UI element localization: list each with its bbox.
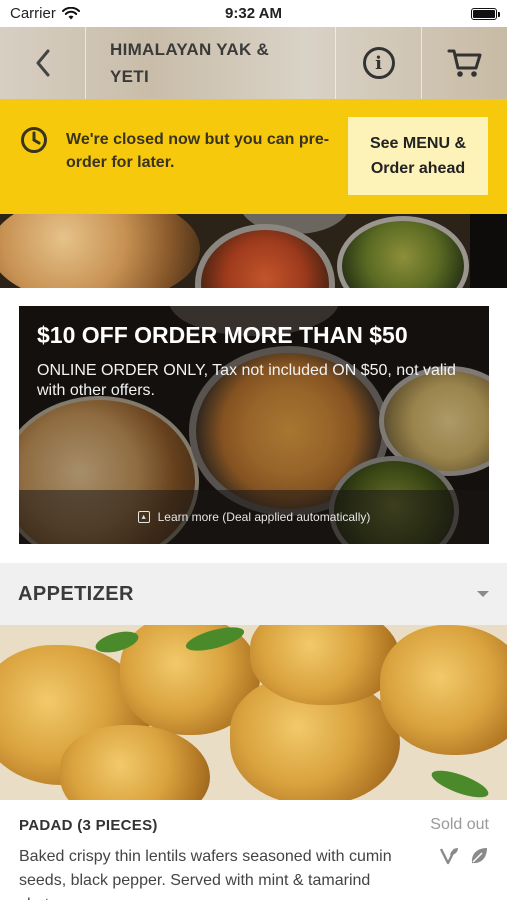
item-description: Baked crispy thin lentils wafers seasone…	[19, 848, 392, 900]
closed-banner: We're closed now but you can pre-order f…	[0, 99, 507, 214]
sold-out-label: Sold out	[430, 816, 489, 833]
chevron-left-icon	[36, 49, 49, 77]
menu-item[interactable]: PADAD (3 PIECES) Sold out Baked crispy t…	[0, 800, 507, 900]
restaurant-title: HIMALAYAN YAK & YETI	[86, 27, 336, 99]
vegetarian-icon	[439, 848, 458, 865]
title-line-2: YETI	[110, 67, 149, 86]
promo-title: $10 OFF ORDER MORE THAN $50	[37, 322, 408, 348]
closed-message: We're closed now but you can pre-order f…	[66, 131, 330, 171]
info-icon: i	[362, 47, 395, 79]
info-button[interactable]: i	[336, 27, 422, 99]
wifi-icon	[61, 7, 80, 20]
clock-icon	[21, 127, 47, 153]
back-button[interactable]	[0, 27, 86, 99]
see-menu-order-ahead-button[interactable]: See MENU & Order ahead	[348, 117, 488, 195]
cart-button[interactable]	[422, 27, 507, 99]
category-appetizer[interactable]: APPETIZER	[0, 563, 507, 625]
battery-icon	[471, 7, 500, 20]
status-bar: Carrier 9:32 AM	[0, 0, 507, 27]
learn-more-label: Learn more (Deal applied automatically)	[157, 510, 371, 524]
info-square-icon: ▴	[137, 511, 150, 523]
vegan-leaf-icon	[471, 848, 487, 864]
category-title: APPETIZER	[18, 582, 134, 605]
carrier-label: Carrier	[10, 5, 56, 22]
cover-image	[0, 214, 507, 288]
app-header: HIMALAYAN YAK & YETI i	[0, 27, 507, 99]
item-image	[0, 625, 507, 800]
promo-card[interactable]: $10 OFF ORDER MORE THAN $50 ONLINE ORDER…	[19, 306, 489, 544]
carrier-group: Carrier	[10, 5, 80, 22]
promo-description: ONLINE ORDER ONLY, Tax not included ON $…	[37, 362, 456, 399]
cart-icon	[447, 49, 481, 77]
chevron-down-icon	[477, 591, 489, 597]
learn-more-link[interactable]: ▴ Learn more (Deal applied automatically…	[19, 490, 489, 544]
title-line-1: HIMALAYAN YAK &	[110, 40, 270, 59]
item-name: PADAD (3 PIECES)	[19, 817, 158, 834]
diet-icons	[439, 846, 489, 866]
